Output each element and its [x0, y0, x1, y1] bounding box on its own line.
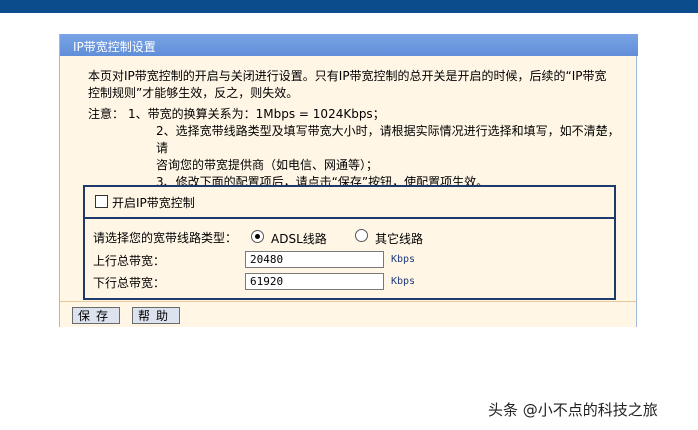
- save-button[interactable]: 保存: [72, 307, 120, 324]
- note-item: 注意： 1、带宽的换算关系为：1Mbps = 1024Kbps；: [88, 106, 628, 123]
- line-type-label: 请选择您的宽带线路类型：: [93, 231, 238, 245]
- upload-bandwidth-input[interactable]: 20480: [245, 251, 384, 268]
- enable-bandwidth-label: 开启IP带宽控制: [112, 196, 195, 210]
- download-unit: Kbps: [391, 276, 416, 287]
- upload-label: 上行总带宽：: [93, 254, 166, 268]
- bandwidth-settings-panel: IP带宽控制设置 本页对IP带宽控制的开启与关闭进行设置。只有IP带宽控制的总开…: [59, 34, 638, 327]
- enable-bandwidth-checkbox[interactable]: [95, 195, 108, 208]
- bandwidth-control-box: 开启IP带宽控制 请选择您的宽带线路类型： ADSL线路 其它线路 上行总带宽：…: [83, 185, 616, 300]
- notes-section: 注意： 1、带宽的换算关系为：1Mbps = 1024Kbps； 2、选择宽带线…: [88, 106, 628, 191]
- upload-unit: Kbps: [391, 254, 416, 265]
- intro-text: 本页对IP带宽控制的开启与关闭进行设置。只有IP带宽控制的总开关是开启的时候，后…: [88, 69, 607, 100]
- adsl-radio-label: ADSL线路: [271, 232, 327, 246]
- note-item: 2、选择宽带线路类型及填写带宽大小时，请根据实际情况进行选择和填写，如不清楚，请: [88, 123, 628, 157]
- enable-row: 开启IP带宽控制: [85, 187, 614, 219]
- note-text: 咨询您的带宽提供商（如电信、网通等）；: [156, 158, 379, 172]
- top-banner: [0, 0, 698, 13]
- download-label: 下行总带宽：: [93, 276, 166, 290]
- note-item: 咨询您的带宽提供商（如电信、网通等）；: [88, 157, 628, 174]
- other-line-radio-label: 其它线路: [375, 232, 424, 246]
- note-text: 1、带宽的换算关系为：1Mbps = 1024Kbps；: [128, 107, 385, 121]
- download-bandwidth-input[interactable]: 61920: [245, 273, 384, 290]
- panel-title: IP带宽控制设置: [73, 40, 156, 54]
- note-text: 2、选择宽带线路类型及填写带宽大小时，请根据实际情况进行选择和填写，如不清楚，请: [156, 124, 620, 155]
- other-line-radio[interactable]: [355, 229, 368, 242]
- help-button[interactable]: 帮助: [132, 307, 180, 324]
- notes-label: 注意：: [88, 107, 125, 121]
- panel-title-bar: IP带宽控制设置: [60, 34, 638, 56]
- button-bar: 保存 帮助: [60, 301, 636, 327]
- watermark-text: 头条 @小不点的科技之旅: [488, 401, 658, 419]
- adsl-radio[interactable]: [251, 230, 264, 243]
